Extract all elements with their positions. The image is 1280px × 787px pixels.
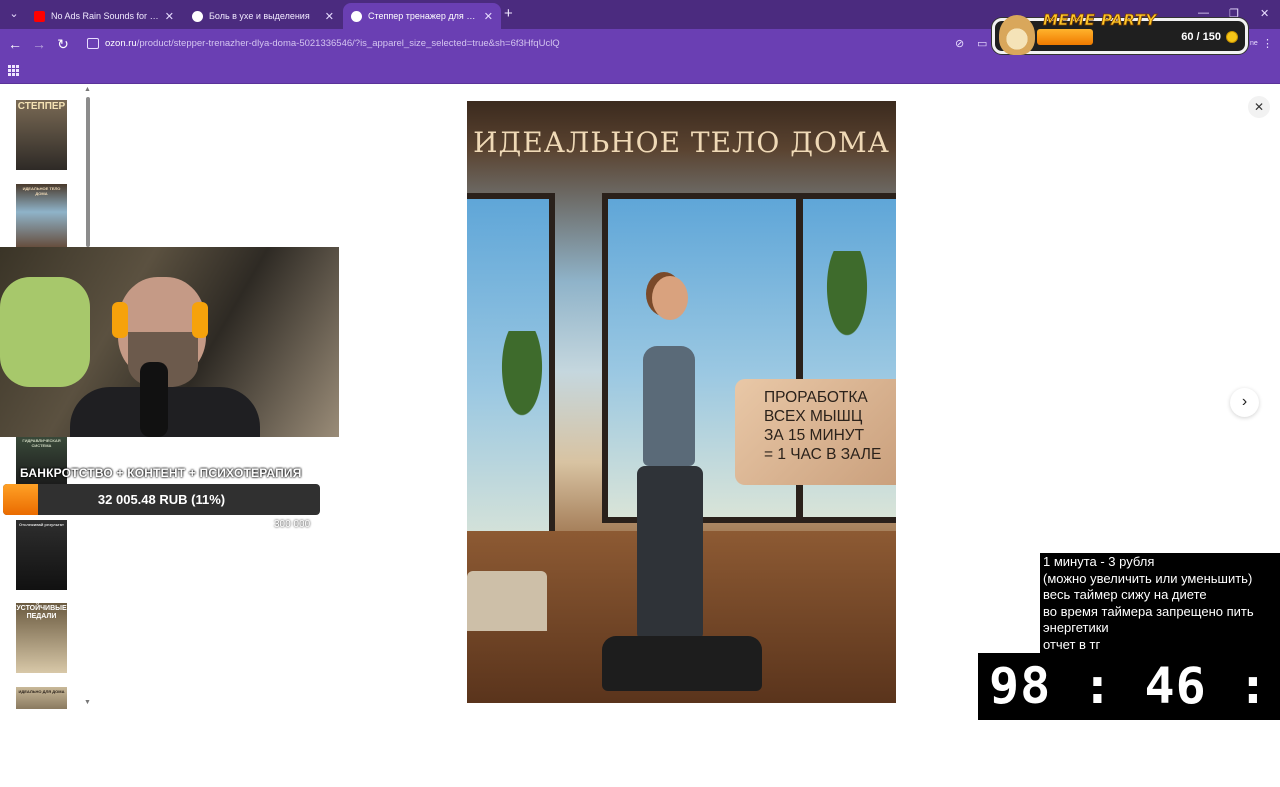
doge-icon: [999, 15, 1035, 55]
meme-progress-bar: [1037, 29, 1093, 45]
reload-icon[interactable]: ↻: [55, 36, 71, 52]
tab-rain-sounds[interactable]: No Ads Rain Sounds for Sleeping ✕: [26, 3, 182, 29]
close-icon: ✕: [1253, 100, 1265, 114]
cast-icon[interactable]: ▭: [977, 38, 989, 50]
youtube-icon: [34, 10, 45, 22]
back-icon[interactable]: ←: [7, 36, 23, 52]
eye-off-icon[interactable]: ⊘: [955, 38, 967, 50]
goal-title: БАНКРОТСТВО + КОНТЕНТ + ПСИХОТЕРАПИЯ: [20, 466, 302, 480]
stepper-machine: [602, 636, 762, 691]
subathon-timer: 98 : 46 : 50: [978, 653, 1280, 782]
goal-progress-text: 32 005.48 RUB (11%): [97, 492, 226, 507]
meme-party-title: MEME PARTY: [1043, 11, 1157, 30]
microphone-icon: [140, 362, 168, 437]
scroll-up-icon[interactable]: ▲: [84, 86, 91, 93]
url-host: ozon.ru: [105, 38, 137, 49]
rule-line: энергетики: [1043, 620, 1109, 636]
sofa: [467, 571, 547, 631]
thumbnail-6[interactable]: Отслеживай результат: [16, 520, 67, 590]
donation-goal-bar: 32 005.48 RUB (11%): [3, 484, 320, 515]
palm-left: [487, 331, 557, 451]
profile-fragment[interactable]: ne: [1250, 40, 1258, 47]
promo-badge: ПРОРАБОТКА ВСЕХ МЫШЦ ЗА 15 МИНУТ = 1 ЧАС…: [735, 379, 896, 485]
coin-icon: [1226, 31, 1238, 43]
meme-count: 60 / 150: [1181, 31, 1221, 43]
rule-line: (можно увеличить или уменьшить): [1043, 570, 1253, 586]
site-info-icon[interactable]: [87, 38, 99, 49]
new-tab-button[interactable]: +: [504, 6, 513, 22]
woman-figure: [617, 276, 727, 656]
thumbnail-1[interactable]: СТЕППЕР: [16, 100, 67, 170]
tab-close-icon[interactable]: ✕: [325, 10, 334, 23]
thumbnail-2[interactable]: ИДЕАЛЬНОЕ ТЕЛО ДОМА: [16, 184, 67, 254]
tab-close-icon[interactable]: ✕: [484, 10, 493, 23]
apps-grid-icon[interactable]: [8, 65, 19, 76]
close-gallery-button[interactable]: ✕: [1248, 96, 1270, 118]
palm-right: [812, 251, 882, 371]
rule-line: весь таймер сижу на диете: [1043, 587, 1207, 603]
chevron-right-icon: ›: [1241, 393, 1248, 410]
bookmarks-bar: [0, 59, 1280, 84]
headphones-icon: [112, 302, 128, 338]
goal-max: 300 000: [274, 519, 311, 530]
forward-icon[interactable]: →: [31, 36, 47, 52]
menu-dots-icon[interactable]: ⋮: [1262, 38, 1274, 50]
chatgpt-icon: [192, 10, 203, 22]
tab-stepper-ozon[interactable]: Степпер тренажер для дома с ✕: [343, 3, 501, 29]
address-bar[interactable]: ozon.ru/product/stepper-trenazher-dlya-d…: [105, 38, 560, 49]
rule-line: 1 минута - 3 рубля: [1043, 554, 1155, 569]
timer-rules: 1 минута - 3 рубля (можно увеличить или …: [1040, 553, 1280, 653]
promo-line: = 1 ЧАС В ЗАЛЕ: [764, 446, 882, 463]
webcam-overlay: [0, 247, 339, 437]
next-image-button[interactable]: ›: [1230, 388, 1259, 417]
scroll-down-icon[interactable]: ▼: [84, 699, 91, 706]
thumbnail-scrollbar[interactable]: [86, 97, 90, 247]
tab-ear-pain[interactable]: Боль в ухе и выделения ✕: [184, 3, 342, 29]
rule-line: во время таймера запрещено пить: [1043, 603, 1254, 619]
thumbnail-8[interactable]: ИДЕАЛЬНО ДЛЯ ДОМА: [16, 687, 67, 709]
window-close-icon[interactable]: ✕: [1260, 7, 1269, 20]
promo-line: ВСЕХ МЫШЦ: [764, 408, 863, 425]
thumbnail-7[interactable]: УСТОЙЧИВЫЕ ПЕДАЛИ: [16, 603, 67, 673]
promo-line: ПРОРАБОТКА: [764, 389, 868, 406]
product-main-image[interactable]: ИДЕАЛЬНОЕ ТЕЛО ДОМА ПРОРАБОТКА ВСЕХ МЫШЦ…: [467, 101, 896, 703]
meme-party-widget: MEME PARTY 60 / 150: [992, 11, 1248, 55]
image-title: ИДЕАЛЬНОЕ ТЕЛО ДОМА: [473, 126, 890, 159]
url-path: /product/stepper-trenazher-dlya-doma-502…: [136, 38, 560, 49]
ozon-icon: [351, 10, 362, 22]
rule-line: отчет в тг: [1043, 636, 1101, 652]
tab-close-icon[interactable]: ✕: [165, 10, 174, 23]
tab-search-chevron-icon[interactable]: ⌄: [6, 6, 22, 22]
promo-line: ЗА 15 МИНУТ: [764, 427, 865, 444]
